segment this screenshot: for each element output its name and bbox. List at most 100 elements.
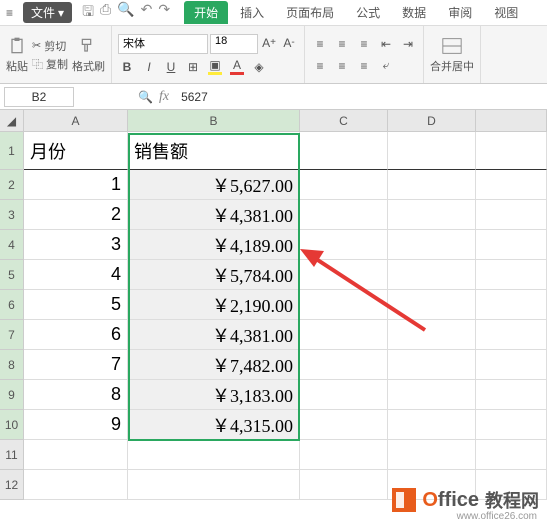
cell-A12[interactable]: [24, 470, 128, 500]
italic-button[interactable]: I: [140, 58, 158, 76]
cell-A8[interactable]: 7: [24, 350, 128, 380]
row-header-3[interactable]: 3: [0, 200, 24, 230]
cell-E11[interactable]: [476, 440, 547, 470]
row-header-8[interactable]: 8: [0, 350, 24, 380]
cell-D11[interactable]: [388, 440, 476, 470]
select-all-corner[interactable]: ◢: [0, 110, 24, 132]
save-icon[interactable]: 🖫: [82, 1, 94, 25]
undo-icon[interactable]: ↶: [141, 1, 153, 25]
cell-E2[interactable]: [476, 170, 547, 200]
cell-C8[interactable]: [300, 350, 388, 380]
formula-value[interactable]: 5627: [181, 90, 208, 104]
cell-E9[interactable]: [476, 380, 547, 410]
font-size-select[interactable]: 18: [210, 34, 258, 54]
cell-B4[interactable]: ￥4,189.00: [128, 230, 300, 260]
cell-A2[interactable]: 1: [24, 170, 128, 200]
cell-B2[interactable]: ￥5,627.00: [128, 170, 300, 200]
cell-C1[interactable]: [300, 132, 388, 170]
tab-view[interactable]: 视图: [484, 1, 528, 24]
align-left-button[interactable]: ≡: [311, 57, 329, 75]
tab-start[interactable]: 开始: [184, 1, 228, 24]
paste-button[interactable]: 粘贴: [6, 36, 28, 74]
tab-review[interactable]: 审阅: [438, 1, 482, 24]
row-header-2[interactable]: 2: [0, 170, 24, 200]
cell-A5[interactable]: 4: [24, 260, 128, 290]
cell-C3[interactable]: [300, 200, 388, 230]
align-right-button[interactable]: ≡: [355, 57, 373, 75]
col-header-B[interactable]: B: [128, 110, 300, 132]
cell-B6[interactable]: ￥2,190.00: [128, 290, 300, 320]
cell-B3[interactable]: ￥4,381.00: [128, 200, 300, 230]
cell-E3[interactable]: [476, 200, 547, 230]
zoom-icon[interactable]: 🔍: [138, 90, 153, 104]
copy-button[interactable]: ⿻ 复制: [32, 56, 68, 72]
col-header-C[interactable]: C: [300, 110, 388, 132]
cell-B12[interactable]: [128, 470, 300, 500]
font-name-select[interactable]: 宋体: [118, 34, 208, 54]
cell-B10[interactable]: ￥4,315.00: [128, 410, 300, 440]
cell-C10[interactable]: [300, 410, 388, 440]
row-header-7[interactable]: 7: [0, 320, 24, 350]
cell-E4[interactable]: [476, 230, 547, 260]
fill-color-button[interactable]: ▣: [206, 58, 224, 76]
tab-data[interactable]: 数据: [392, 1, 436, 24]
cell-E10[interactable]: [476, 410, 547, 440]
name-box[interactable]: B2: [4, 87, 74, 107]
cell-E7[interactable]: [476, 320, 547, 350]
tab-formula[interactable]: 公式: [346, 1, 390, 24]
font-color-button[interactable]: A: [228, 58, 246, 76]
cell-D9[interactable]: [388, 380, 476, 410]
col-header-D[interactable]: D: [388, 110, 476, 132]
cell-A9[interactable]: 8: [24, 380, 128, 410]
row-header-5[interactable]: 5: [0, 260, 24, 290]
row-header-11[interactable]: 11: [0, 440, 24, 470]
align-bot-button[interactable]: ≡: [355, 35, 373, 53]
cell-A4[interactable]: 3: [24, 230, 128, 260]
cell-B1[interactable]: 销售额: [128, 132, 300, 170]
file-menu-button[interactable]: 文件 ▾: [23, 2, 72, 23]
cell-B7[interactable]: ￥4,381.00: [128, 320, 300, 350]
row-header-1[interactable]: 1: [0, 132, 24, 170]
underline-button[interactable]: U: [162, 58, 180, 76]
row-header-12[interactable]: 12: [0, 470, 24, 500]
cell-C12[interactable]: [300, 470, 388, 500]
tab-page-layout[interactable]: 页面布局: [276, 1, 344, 24]
col-header-A[interactable]: A: [24, 110, 128, 132]
cell-B8[interactable]: ￥7,482.00: [128, 350, 300, 380]
align-top-button[interactable]: ≡: [311, 35, 329, 53]
align-center-button[interactable]: ≡: [333, 57, 351, 75]
row-header-10[interactable]: 10: [0, 410, 24, 440]
cell-C11[interactable]: [300, 440, 388, 470]
cell-B5[interactable]: ￥5,784.00: [128, 260, 300, 290]
wrap-text-button[interactable]: ⤶: [377, 57, 395, 75]
print-icon[interactable]: ⎙: [100, 1, 111, 25]
cell-E8[interactable]: [476, 350, 547, 380]
fx-icon[interactable]: fx: [159, 89, 169, 105]
cell-D8[interactable]: [388, 350, 476, 380]
align-mid-button[interactable]: ≡: [333, 35, 351, 53]
cell-A11[interactable]: [24, 440, 128, 470]
cell-A10[interactable]: 9: [24, 410, 128, 440]
cell-E5[interactable]: [476, 260, 547, 290]
border-button[interactable]: ⊞: [184, 58, 202, 76]
bold-button[interactable]: B: [118, 58, 136, 76]
cell-D1[interactable]: [388, 132, 476, 170]
spreadsheet-grid[interactable]: ◢ A B C D 1 月份 销售额 2 1 ￥5,627.00 3 2 ￥4,…: [0, 110, 547, 500]
format-brush-button[interactable]: 格式刷: [72, 36, 105, 74]
cell-style-button[interactable]: ◈: [250, 58, 268, 76]
cut-button[interactable]: ✂ 剪切: [32, 38, 68, 54]
cell-D10[interactable]: [388, 410, 476, 440]
row-header-9[interactable]: 9: [0, 380, 24, 410]
col-header-blank[interactable]: [476, 110, 547, 132]
cell-E6[interactable]: [476, 290, 547, 320]
row-header-6[interactable]: 6: [0, 290, 24, 320]
cell-B11[interactable]: [128, 440, 300, 470]
cell-B9[interactable]: ￥3,183.00: [128, 380, 300, 410]
redo-icon[interactable]: ↷: [158, 1, 170, 25]
cell-D3[interactable]: [388, 200, 476, 230]
row-header-4[interactable]: 4: [0, 230, 24, 260]
cell-C2[interactable]: [300, 170, 388, 200]
cell-A3[interactable]: 2: [24, 200, 128, 230]
indent-dec-button[interactable]: ⇤: [377, 35, 395, 53]
cell-A6[interactable]: 5: [24, 290, 128, 320]
